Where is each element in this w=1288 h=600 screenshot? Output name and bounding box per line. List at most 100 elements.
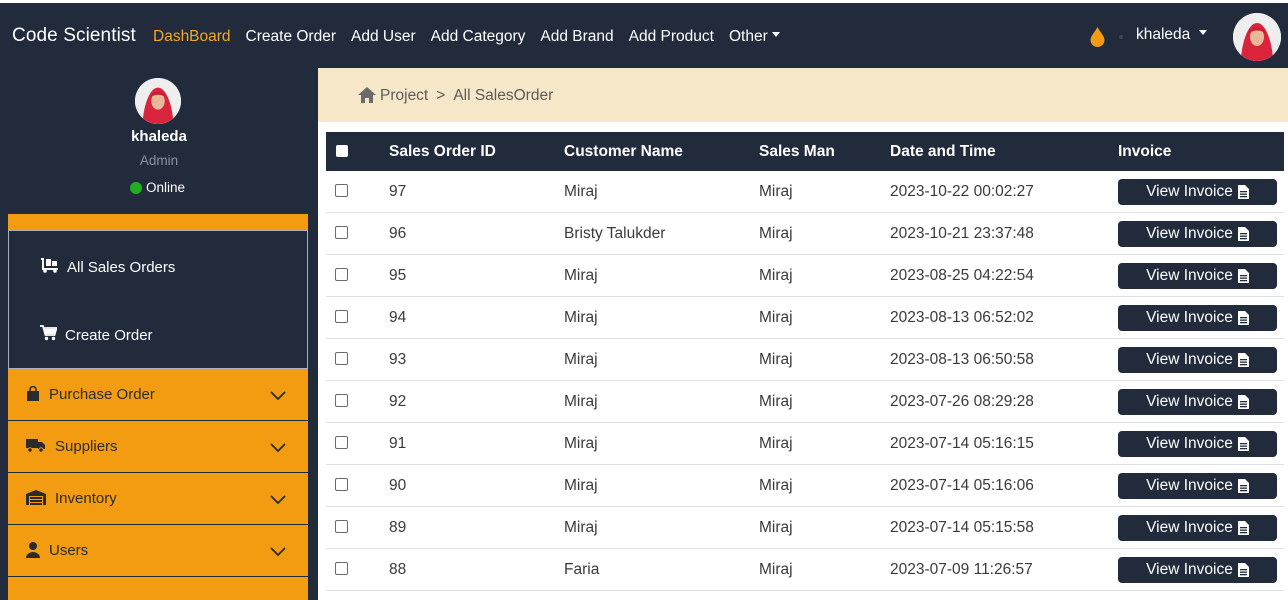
- top-navbar: Code Scientist DashBoard Create Order Ad…: [0, 3, 1288, 68]
- nav-dropdown-other-label: Other: [728, 28, 768, 45]
- view-invoice-button[interactable]: View Invoice: [1118, 263, 1277, 289]
- row-checkbox[interactable]: [335, 394, 348, 407]
- nav-link-dashboard[interactable]: DashBoard: [153, 28, 231, 46]
- cell-sales-order-id: 91: [389, 435, 407, 452]
- table-row: 90 Miraj Miraj 2023-07-14 05:16:06 View Invo…: [326, 465, 1284, 507]
- column-header-sales-man[interactable]: Sales Man: [759, 143, 835, 161]
- sidebar-item-all-sales-orders[interactable]: All Sales Orders: [40, 257, 175, 277]
- view-invoice-button[interactable]: View Invoice: [1118, 179, 1277, 205]
- column-header-sales-order-id[interactable]: Sales Order ID: [389, 143, 496, 161]
- select-all-checkbox[interactable]: [336, 145, 348, 157]
- table-row: 92 Miraj Miraj 2023-07-26 08:29:28 View Invo…: [326, 381, 1284, 423]
- column-header-customer-name[interactable]: Customer Name: [564, 143, 683, 161]
- cell-date-time: 2023-08-13 06:50:58: [890, 351, 1034, 368]
- view-invoice-button[interactable]: View Invoice: [1118, 515, 1277, 541]
- view-invoice-button[interactable]: View Invoice: [1118, 431, 1277, 457]
- table-row: 93 Miraj Miraj 2023-08-13 06:50:58 View Invo…: [326, 339, 1284, 381]
- cell-sales-man: Miraj: [759, 561, 793, 578]
- cell-sales-man: Miraj: [759, 393, 793, 410]
- cell-customer-name: Bristy Talukder: [564, 225, 666, 242]
- file-invoice-icon: [1237, 479, 1249, 493]
- table-row: 89 Miraj Miraj 2023-07-14 05:15:58 View Invo…: [326, 507, 1284, 549]
- cell-customer-name: Miraj: [564, 183, 598, 200]
- sidebar-item-label: All Sales Orders: [67, 258, 176, 276]
- file-invoice-icon: [1237, 269, 1249, 283]
- caret-down-icon: [1199, 30, 1208, 36]
- status-badge: Online: [130, 180, 185, 195]
- cell-date-time: 2023-10-22 00:02:27: [890, 183, 1034, 200]
- caret-down-icon: [771, 32, 780, 38]
- row-checkbox[interactable]: [335, 520, 348, 533]
- cell-sales-man: Miraj: [759, 309, 793, 326]
- row-checkbox[interactable]: [335, 184, 348, 197]
- view-invoice-button[interactable]: View Invoice: [1118, 473, 1277, 499]
- table-row: 91 Miraj Miraj 2023-07-14 05:16:15 View Invo…: [326, 423, 1284, 465]
- view-invoice-label: View Invoice: [1146, 309, 1233, 326]
- file-invoice-icon: [1237, 227, 1249, 241]
- avatar[interactable]: [1233, 13, 1281, 61]
- sales-menu-header[interactable]: [8, 214, 308, 230]
- view-invoice-label: View Invoice: [1146, 561, 1233, 578]
- cell-date-time: 2023-08-25 04:22:54: [890, 267, 1034, 284]
- breadcrumb-root[interactable]: Project: [380, 87, 428, 104]
- view-invoice-button[interactable]: View Invoice: [1118, 221, 1277, 247]
- cell-customer-name: Miraj: [564, 393, 598, 410]
- view-invoice-button[interactable]: View Invoice: [1118, 389, 1277, 415]
- cell-sales-man: Miraj: [759, 225, 793, 242]
- truck-icon: [26, 438, 46, 458]
- cell-date-time: 2023-07-14 05:16:15: [890, 435, 1034, 452]
- file-invoice-icon: [1237, 353, 1249, 367]
- file-invoice-icon: [1237, 311, 1249, 325]
- file-invoice-icon: [1237, 563, 1249, 577]
- sidebar-item-suppliers[interactable]: Suppliers: [8, 421, 308, 472]
- nav-dropdown-other[interactable]: Other: [729, 28, 780, 46]
- nav-link-add-brand[interactable]: Add Brand: [540, 28, 613, 46]
- view-invoice-label: View Invoice: [1146, 267, 1233, 284]
- sidebar-item-label: Suppliers: [55, 438, 118, 455]
- file-invoice-icon: [1237, 395, 1249, 409]
- sidebar-item-label: Inventory: [55, 490, 117, 507]
- row-checkbox[interactable]: [335, 436, 348, 449]
- table-row: 95 Miraj Miraj 2023-08-25 04:22:54 View Invo…: [326, 255, 1284, 297]
- cell-sales-man: Miraj: [759, 477, 793, 494]
- cell-customer-name: Miraj: [564, 267, 598, 284]
- brand-logo[interactable]: Code Scientist: [12, 25, 136, 47]
- column-header-invoice: Invoice: [1118, 143, 1172, 160]
- view-invoice-label: View Invoice: [1146, 393, 1233, 410]
- row-checkbox[interactable]: [335, 310, 348, 323]
- sidebar-avatar: [135, 78, 181, 124]
- row-checkbox[interactable]: [335, 268, 348, 281]
- sidebar-item-inventory[interactable]: Inventory: [8, 473, 308, 524]
- row-checkbox[interactable]: [335, 352, 348, 365]
- row-checkbox[interactable]: [335, 226, 348, 239]
- cell-sales-order-id: 93: [389, 351, 407, 368]
- sidebar-item-users[interactable]: Users: [8, 525, 308, 576]
- view-invoice-button[interactable]: View Invoice: [1118, 347, 1277, 373]
- separator-dot: [1119, 35, 1123, 39]
- nav-link-add-user[interactable]: Add User: [351, 28, 416, 46]
- row-checkbox[interactable]: [335, 478, 348, 491]
- theme-drop-icon[interactable]: [1089, 26, 1106, 53]
- sidebar-item-more[interactable]: [8, 577, 308, 600]
- cell-date-time: 2023-07-14 05:15:58: [890, 519, 1034, 536]
- sidebar-item-purchase-order[interactable]: Purchase Order: [8, 369, 308, 420]
- home-icon[interactable]: [358, 87, 376, 108]
- sidebar-user-role: Admin: [139, 153, 179, 168]
- row-checkbox[interactable]: [335, 562, 348, 575]
- cell-customer-name: Faria: [564, 561, 600, 578]
- cell-customer-name: Miraj: [564, 309, 598, 326]
- nav-links: DashBoard Create Order Add User Add Cate…: [153, 28, 780, 46]
- nav-link-create-order[interactable]: Create Order: [246, 28, 336, 46]
- cell-sales-order-id: 88: [389, 561, 407, 578]
- breadcrumb-current: All SalesOrder: [453, 87, 554, 104]
- view-invoice-button[interactable]: View Invoice: [1118, 557, 1277, 583]
- cell-sales-man: Miraj: [759, 519, 793, 536]
- view-invoice-button[interactable]: View Invoice: [1118, 305, 1277, 331]
- warehouse-icon: [26, 490, 46, 510]
- cell-sales-order-id: 89: [389, 519, 407, 536]
- sidebar-item-create-order[interactable]: Create Order: [40, 325, 153, 345]
- nav-link-add-category[interactable]: Add Category: [431, 28, 526, 46]
- user-menu-dropdown[interactable]: khaleda: [1136, 26, 1208, 44]
- nav-link-add-product[interactable]: Add Product: [629, 28, 714, 46]
- column-header-date-time[interactable]: Date and Time: [890, 143, 996, 161]
